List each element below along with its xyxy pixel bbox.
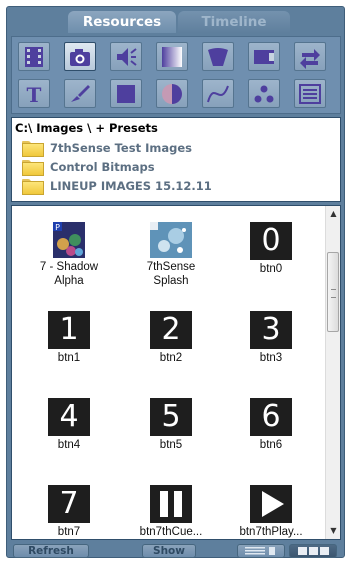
vertical-scrollbar[interactable]: ▲ ▼ [325, 206, 340, 539]
scroll-thumb[interactable] [327, 252, 339, 332]
tab-bar: Resources Timeline [7, 7, 344, 33]
grid-item-label: 7thSense [146, 261, 196, 273]
svg-text:P: P [55, 223, 60, 232]
dots-icon [254, 85, 274, 103]
pause-icon [150, 485, 192, 523]
folder-item[interactable]: Control Bitmaps [22, 158, 155, 176]
video-icon [254, 50, 274, 64]
grid-item[interactable]: 1 btn1 [19, 311, 119, 365]
grid-item-label: Splash [153, 275, 189, 287]
audio-button[interactable] [110, 42, 142, 71]
square-icon [117, 85, 135, 103]
grid-item[interactable]: 7 btn7 [19, 485, 119, 539]
tab-resources[interactable]: Resources [68, 11, 176, 33]
brush-icon [71, 85, 90, 102]
curve-icon [207, 85, 229, 103]
grid-view-button[interactable] [289, 544, 337, 558]
swap-arrows-icon [300, 49, 320, 69]
resource-type-toolbar: T [11, 36, 341, 114]
btn4-thumbnail: 4 [48, 398, 90, 436]
folder-icon [22, 160, 44, 176]
grid-item-label: 7 - Shadow [39, 261, 99, 273]
brush-button[interactable] [64, 79, 96, 108]
grid-item[interactable]: 4 btn4 [19, 398, 119, 452]
grid-view-icon [298, 547, 329, 555]
list-icon [299, 84, 321, 104]
folder-icon [22, 179, 44, 195]
btn0-thumbnail: 0 [250, 222, 292, 260]
circle-half-icon [162, 84, 182, 104]
refresh-button[interactable]: Refresh [13, 544, 89, 558]
btn1-thumbnail: 1 [48, 311, 90, 349]
grid-item-label: btn7 [57, 526, 81, 538]
grid-item-label: btn1 [57, 352, 81, 364]
film-icon [25, 47, 43, 67]
swap-button[interactable] [294, 42, 326, 71]
grid-item[interactable]: btn7thPlay... [221, 485, 321, 539]
list-button[interactable] [294, 79, 326, 108]
grid-item[interactable]: 3 btn3 [221, 311, 321, 365]
camera-icon [70, 49, 90, 66]
camera-button[interactable] [64, 42, 96, 71]
fill-button[interactable] [110, 79, 142, 108]
grid-item-label: btn7thPlay... [239, 526, 303, 538]
list-view-icon [245, 547, 275, 555]
film-button[interactable] [18, 42, 50, 71]
gradient-button[interactable] [156, 42, 188, 71]
scroll-down-arrow-icon[interactable]: ▼ [326, 525, 340, 537]
grid-item-label: btn4 [57, 439, 81, 451]
gradient-icon [162, 47, 182, 67]
particles-button[interactable] [248, 79, 280, 108]
image-grid: P 7 - Shadow Alpha 7thSense Splash 0 btn… [11, 205, 341, 540]
folder-tree: C:\ Images \ + Presets 7thSense Test Ima… [11, 117, 341, 202]
text-icon: T [27, 83, 42, 106]
play-icon [250, 485, 292, 523]
grid-item-label: btn7thCue... [139, 526, 203, 538]
speaker-icon [117, 48, 137, 66]
grid-item-label: btn3 [259, 352, 283, 364]
folder-icon [22, 141, 44, 157]
folder-label: Control Bitmaps [50, 160, 155, 174]
grid-item[interactable]: 0 btn0 [221, 222, 321, 276]
bottom-bar: Refresh Show [7, 543, 344, 559]
folder-path-breadcrumb[interactable]: C:\ Images \ + Presets [15, 121, 158, 135]
btn6-thumbnail: 6 [250, 398, 292, 436]
tab-timeline[interactable]: Timeline [178, 11, 290, 33]
grid-item-label: btn0 [259, 263, 283, 275]
grid-item[interactable]: P 7 - Shadow Alpha [19, 222, 119, 288]
grid-item-label: Alpha [54, 275, 84, 287]
folder-label: 7thSense Test Images [50, 141, 192, 155]
shape-button[interactable] [202, 42, 234, 71]
text-button[interactable]: T [18, 79, 50, 108]
grid-item-label: btn5 [159, 439, 183, 451]
folder-item[interactable]: LINEUP IMAGES 15.12.11 [22, 177, 212, 195]
grid-item[interactable]: 7thSense Splash [121, 222, 221, 288]
folder-label: LINEUP IMAGES 15.12.11 [50, 179, 212, 193]
list-view-button[interactable] [237, 544, 285, 558]
folder-item[interactable]: 7thSense Test Images [22, 139, 192, 157]
btn3-thumbnail: 3 [250, 311, 292, 349]
splash-thumbnail [150, 222, 192, 258]
grid-item[interactable]: 5 btn5 [121, 398, 221, 452]
curve-button[interactable] [202, 79, 234, 108]
svg-text:T: T [27, 83, 42, 106]
grid-item[interactable]: 6 btn6 [221, 398, 321, 452]
scroll-up-arrow-icon[interactable]: ▲ [326, 208, 340, 220]
grid-item-label: btn2 [159, 352, 183, 364]
resources-panel: Resources Timeline T C:\ Images \ + Pres… [6, 6, 345, 558]
btn7-thumbnail: 7 [48, 485, 90, 523]
grid-item[interactable]: 2 btn2 [121, 311, 221, 365]
btn2-thumbnail: 2 [150, 311, 192, 349]
video-button[interactable] [248, 42, 280, 71]
show-button[interactable]: Show [142, 544, 196, 558]
grid-item-label: btn6 [259, 439, 283, 451]
shape-icon [208, 48, 228, 66]
mask-button[interactable] [156, 79, 188, 108]
shadow-alpha-thumbnail: P [53, 222, 85, 258]
btn5-thumbnail: 5 [150, 398, 192, 436]
grid-item[interactable]: btn7thCue... [121, 485, 221, 539]
